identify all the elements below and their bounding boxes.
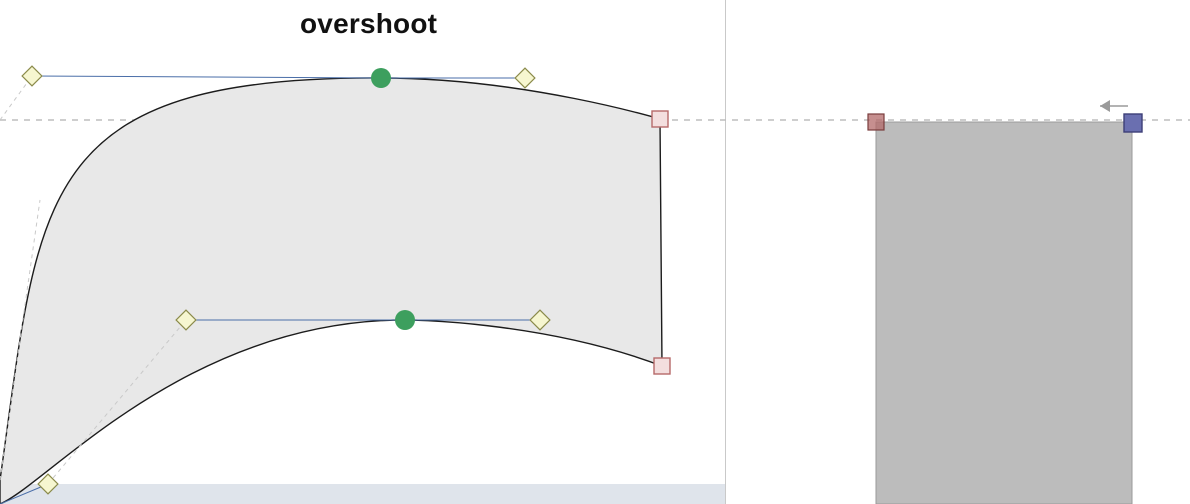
path-direction-arrow-icon (1100, 100, 1128, 112)
handle-line-muted (0, 76, 32, 120)
editor-svg (0, 0, 1190, 504)
handle-line (32, 76, 381, 78)
corner-anchor[interactable] (868, 114, 884, 130)
smooth-anchor[interactable] (371, 68, 391, 88)
smooth-anchor[interactable] (395, 310, 415, 330)
corner-anchor[interactable] (652, 111, 668, 127)
left-glyph-path[interactable] (0, 78, 662, 504)
off-curve-point[interactable] (515, 68, 535, 88)
right-glyph-path[interactable] (876, 122, 1132, 504)
corner-anchor-selected[interactable] (1124, 114, 1142, 132)
glyph-editor-canvas[interactable]: overshoot (0, 0, 1190, 504)
corner-anchor[interactable] (654, 358, 670, 374)
off-curve-point[interactable] (38, 474, 58, 494)
off-curve-point[interactable] (22, 66, 42, 86)
